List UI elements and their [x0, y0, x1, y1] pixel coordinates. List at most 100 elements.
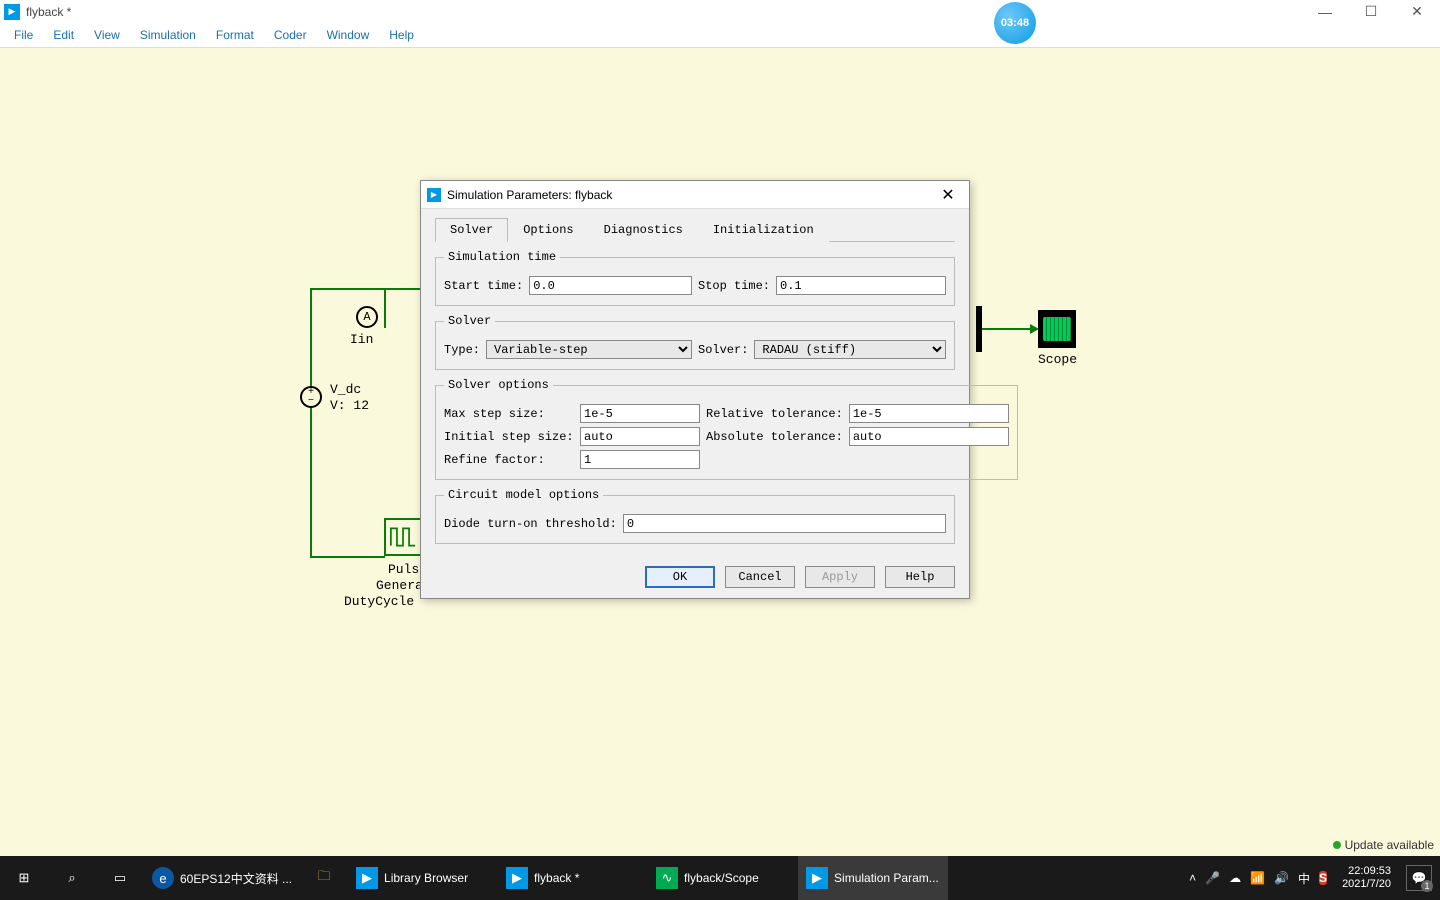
- type-select[interactable]: Variable-step: [486, 340, 692, 359]
- group-simulation-time: Simulation time Start time: Stop time:: [435, 250, 955, 306]
- refine-input[interactable]: [580, 450, 700, 469]
- abs-tol-input[interactable]: [849, 427, 1009, 446]
- sogou-icon[interactable]: S: [1319, 871, 1327, 885]
- taskbar-sim-label: Simulation Param...: [834, 871, 939, 885]
- scope-block[interactable]: [1038, 310, 1076, 348]
- dialog-buttons: OK Cancel Apply Help: [421, 556, 969, 598]
- stop-time-input[interactable]: [776, 276, 946, 295]
- clock-time: 22:09:53: [1342, 865, 1391, 878]
- wire: [310, 556, 385, 558]
- start-time-input[interactable]: [529, 276, 692, 295]
- diode-label: Diode turn-on threshold:: [444, 517, 617, 531]
- wire: [310, 288, 420, 290]
- taskbar-library-label: Library Browser: [384, 871, 468, 885]
- rel-tol-input[interactable]: [849, 404, 1009, 423]
- pulse-label-1: Puls: [388, 562, 419, 577]
- tray-ime[interactable]: 中: [1298, 870, 1310, 887]
- taskbar-explorer[interactable]: 🗀: [300, 856, 348, 900]
- tray-network-icon[interactable]: 📶: [1250, 871, 1265, 885]
- plecs-icon: ▶: [506, 867, 528, 889]
- minimize-button[interactable]: —: [1302, 0, 1348, 23]
- pulse-wave-icon: [390, 524, 416, 550]
- tray-mic-icon[interactable]: 🎤: [1205, 871, 1220, 885]
- ammeter-block[interactable]: A: [356, 306, 378, 328]
- refine-label: Refine factor:: [444, 453, 574, 467]
- search-icon: ⌕: [61, 867, 83, 889]
- tray-volume-icon[interactable]: 🔊: [1274, 871, 1289, 885]
- menu-simulation[interactable]: Simulation: [130, 24, 206, 46]
- taskview-icon: ▭: [109, 867, 131, 889]
- menu-help[interactable]: Help: [379, 24, 424, 46]
- plecs-icon: ▶: [356, 867, 378, 889]
- menu-view[interactable]: View: [84, 24, 130, 46]
- maximize-button[interactable]: ☐: [1348, 0, 1394, 23]
- tab-initialization[interactable]: Initialization: [698, 218, 829, 242]
- taskbar-clock[interactable]: 22:09:53 2021/7/20: [1336, 865, 1397, 891]
- taskbar-scope[interactable]: ∿ flyback/Scope: [648, 856, 798, 900]
- taskbar-edge-label: 60EPS12中文资料 ...: [180, 870, 292, 887]
- init-step-label: Initial step size:: [444, 430, 574, 444]
- app-icon: ▶: [4, 4, 20, 20]
- iin-label: Iin: [350, 332, 373, 347]
- wire: [982, 328, 1032, 330]
- dialog-tabs: Solver Options Diagnostics Initializatio…: [435, 217, 955, 242]
- taskbar-library[interactable]: ▶ Library Browser: [348, 856, 498, 900]
- menu-window[interactable]: Window: [317, 24, 380, 46]
- solver-select[interactable]: RADAU (stiff): [754, 340, 946, 359]
- app-icon: ▶: [427, 188, 441, 202]
- window-controls: — ☐ ✕: [1302, 0, 1440, 23]
- taskbar-simparam[interactable]: ▶Simulation Param...: [798, 856, 948, 900]
- tab-solver[interactable]: Solver: [435, 218, 508, 242]
- tab-diagnostics[interactable]: Diagnostics: [589, 218, 698, 242]
- notification-button[interactable]: 💬: [1406, 865, 1432, 891]
- start-button[interactable]: ⊞: [0, 856, 48, 900]
- tab-options[interactable]: Options: [508, 218, 588, 242]
- init-step-input[interactable]: [580, 427, 700, 446]
- update-text: Update available: [1345, 838, 1434, 852]
- dialog-title: Simulation Parameters: flyback: [447, 188, 612, 202]
- apply-button[interactable]: Apply: [805, 566, 875, 588]
- taskbar-flyback-label: flyback *: [534, 871, 579, 885]
- system-tray: ˄ 🎤 ☁ 📶 🔊 中 S 22:09:53 2021/7/20 💬: [1189, 865, 1440, 891]
- taskbar-edge[interactable]: e60EPS12中文资料 ...: [144, 856, 300, 900]
- taskbar-scope-label: flyback/Scope: [684, 871, 759, 885]
- menu-coder[interactable]: Coder: [264, 24, 317, 46]
- tray-onedrive-icon[interactable]: ☁: [1229, 871, 1241, 885]
- dialog-close-button[interactable]: ✕: [933, 185, 963, 205]
- clock-date: 2021/7/20: [1342, 878, 1391, 891]
- update-available[interactable]: Update available: [1333, 838, 1434, 852]
- vdc-label-1: V_dc: [330, 382, 361, 397]
- taskview-button[interactable]: ▭: [96, 856, 144, 900]
- type-label: Type:: [444, 343, 480, 357]
- menu-file[interactable]: File: [4, 24, 43, 46]
- scope-screen-icon: [1043, 317, 1071, 341]
- wire: [384, 288, 386, 328]
- vdc-label-2: V: 12: [330, 398, 369, 413]
- pulse-generator-block[interactable]: [384, 518, 422, 556]
- taskbar: ⊞ ⌕ ▭ e60EPS12中文资料 ... 🗀 ▶ Library Browse…: [0, 856, 1440, 900]
- solver-label: Solver:: [698, 343, 748, 357]
- simulation-parameters-dialog: ▶ Simulation Parameters: flyback ✕ Solve…: [420, 180, 970, 599]
- menu-format[interactable]: Format: [206, 24, 264, 46]
- wire: [310, 288, 312, 558]
- voltage-source-block[interactable]: [300, 386, 322, 408]
- ok-button[interactable]: OK: [645, 566, 715, 588]
- taskbar-flyback[interactable]: ▶ flyback *: [498, 856, 648, 900]
- legend-solver: Solver: [444, 314, 495, 328]
- max-step-label: Max step size:: [444, 407, 574, 421]
- group-circuit-options: Circuit model options Diode turn-on thre…: [435, 488, 955, 544]
- help-button[interactable]: Help: [885, 566, 955, 588]
- menu-edit[interactable]: Edit: [43, 24, 84, 46]
- max-step-input[interactable]: [580, 404, 700, 423]
- close-button[interactable]: ✕: [1394, 0, 1440, 23]
- update-dot-icon: [1333, 841, 1341, 849]
- tray-chevron-icon[interactable]: ˄: [1189, 871, 1196, 885]
- dialog-titlebar[interactable]: ▶ Simulation Parameters: flyback ✕: [421, 181, 969, 209]
- timer-badge: 03:48: [994, 2, 1036, 44]
- scope-icon: ∿: [656, 867, 678, 889]
- cancel-button[interactable]: Cancel: [725, 566, 795, 588]
- stop-time-label: Stop time:: [698, 279, 770, 293]
- dialog-body: Solver Options Diagnostics Initializatio…: [421, 209, 969, 556]
- search-button[interactable]: ⌕: [48, 856, 96, 900]
- diode-input[interactable]: [623, 514, 946, 533]
